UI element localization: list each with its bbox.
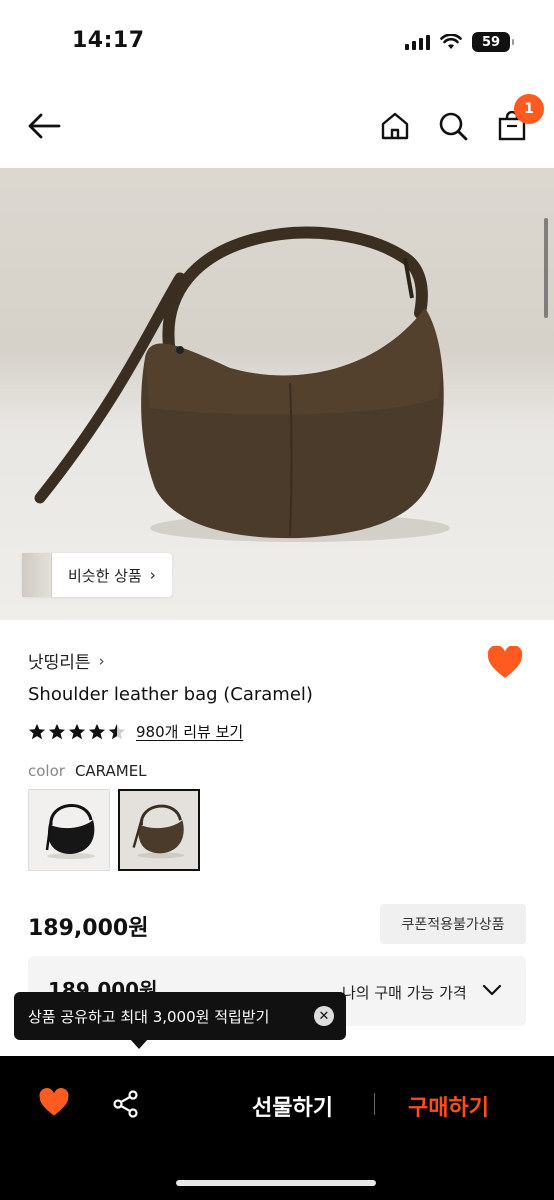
star-icon: [28, 723, 46, 739]
color-label: color: [28, 762, 65, 780]
star-rating: [28, 723, 126, 741]
battery-icon: 59: [472, 32, 514, 52]
image-scrollbar: [544, 218, 548, 318]
star-icon: [48, 723, 66, 739]
brand-name: 낫띵리튼: [28, 653, 91, 673]
similar-products-label: 비슷한 상품: [68, 566, 142, 585]
star-icon: [68, 723, 86, 739]
cart-button[interactable]: 1: [492, 94, 544, 148]
color-row: color CARAMEL: [28, 762, 147, 780]
color-value: CARAMEL: [74, 762, 147, 780]
black-bag-thumbnail: [45, 804, 95, 859]
reviews-link[interactable]: 980개 리뷰 보기: [136, 721, 243, 742]
share-icon: [113, 1090, 138, 1118]
top-nav: 1: [0, 84, 554, 168]
my-price-label: 나의 구매 가능 가격: [342, 984, 467, 1002]
signal-icon: [405, 34, 430, 50]
chevron-right-icon: ›: [149, 566, 156, 584]
share-button[interactable]: [112, 1090, 140, 1118]
chevron-right-icon: ›: [98, 651, 105, 670]
back-button[interactable]: [24, 104, 64, 148]
chevron-down-icon: [482, 984, 502, 996]
search-button[interactable]: [433, 104, 473, 148]
caramel-bag-thumbnail: [132, 804, 185, 859]
similar-thumbnail: [22, 553, 52, 597]
heart-icon: [487, 645, 523, 678]
bottom-action-bar: 선물하기 구매하기: [0, 1056, 554, 1200]
status-time: 14:17: [72, 28, 145, 53]
home-indicator: [176, 1180, 376, 1186]
product-title: Shoulder leather bag (Caramel): [28, 684, 313, 705]
product-price: 189,000원: [28, 916, 149, 941]
cart-count-badge: 1: [514, 94, 544, 124]
color-option-black[interactable]: [28, 789, 110, 871]
star-half-icon: [108, 723, 126, 739]
buy-button[interactable]: 구매하기: [408, 1090, 489, 1122]
search-icon: [439, 112, 468, 141]
wifi-icon: [440, 34, 462, 49]
share-reward-tooltip: 상품 공유하고 최대 3,000원 적립받기 ✕: [14, 992, 346, 1049]
home-icon: [381, 112, 409, 140]
gift-button[interactable]: 선물하기: [252, 1090, 333, 1122]
star-icon: [88, 723, 106, 739]
arrow-left-icon: [28, 113, 61, 139]
status-bar: 14:17 59: [0, 0, 554, 84]
tooltip-text: 상품 공유하고 최대 3,000원 적립받기: [28, 1007, 270, 1026]
similar-products-button[interactable]: 비슷한 상품 ›: [22, 553, 172, 597]
wishlist-button[interactable]: [486, 645, 526, 682]
wishlist-button[interactable]: [38, 1088, 70, 1118]
coupon-unavailable-badge: 쿠폰적용불가상품: [380, 904, 526, 944]
tooltip-arrow: [130, 1039, 148, 1049]
heart-icon: [39, 1088, 69, 1116]
rating-row: 980개 리뷰 보기: [28, 721, 243, 742]
close-icon[interactable]: ✕: [314, 1006, 334, 1026]
status-icons: 59: [405, 31, 514, 53]
product-image[interactable]: 비슷한 상품 ›: [0, 168, 554, 620]
home-button[interactable]: [375, 104, 415, 148]
divider: [374, 1093, 375, 1115]
brand-link[interactable]: 낫띵리튼 ›: [28, 648, 105, 674]
color-option-caramel[interactable]: [118, 789, 200, 871]
